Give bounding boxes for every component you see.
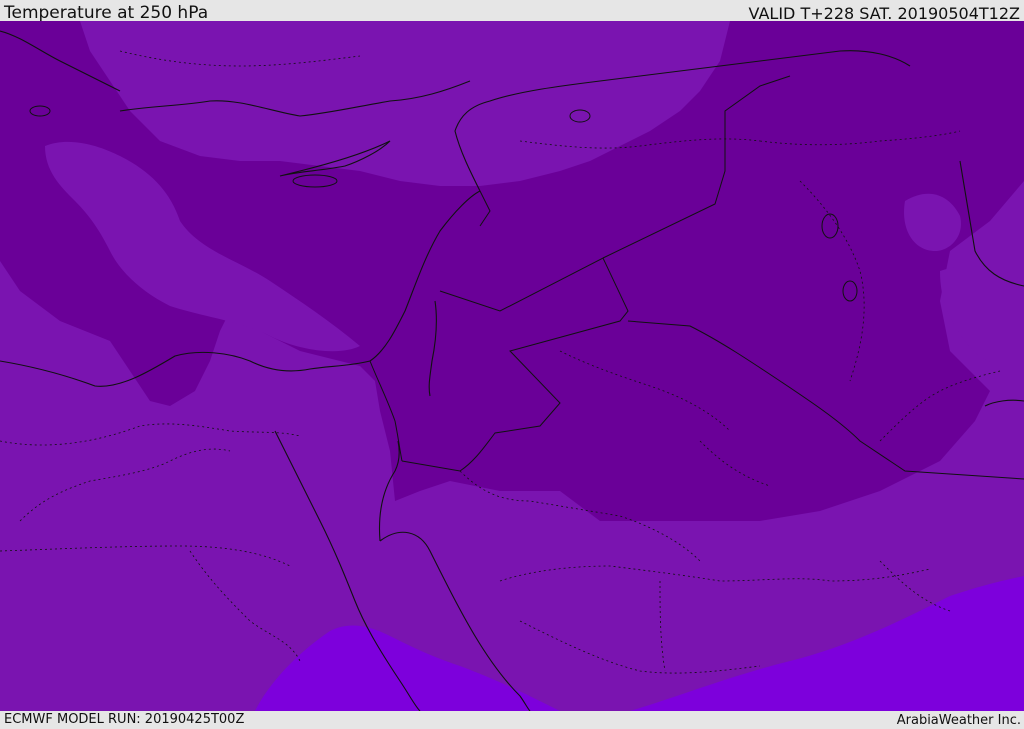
weather-map-frame: Temperature at 250 hPa VALID T+228 SAT. … [0,0,1024,729]
header-bar: Temperature at 250 hPa VALID T+228 SAT. … [0,0,1024,23]
model-run: ECMWF MODEL RUN: 20190425T00Z [4,712,245,727]
map-panel[interactable] [0,21,1024,711]
map-canvas [0,21,1024,711]
credit-label: ArabiaWeather Inc. [896,713,1021,728]
footer-bar: ECMWF MODEL RUN: 20190425T00Z ArabiaWeat… [0,711,1024,729]
